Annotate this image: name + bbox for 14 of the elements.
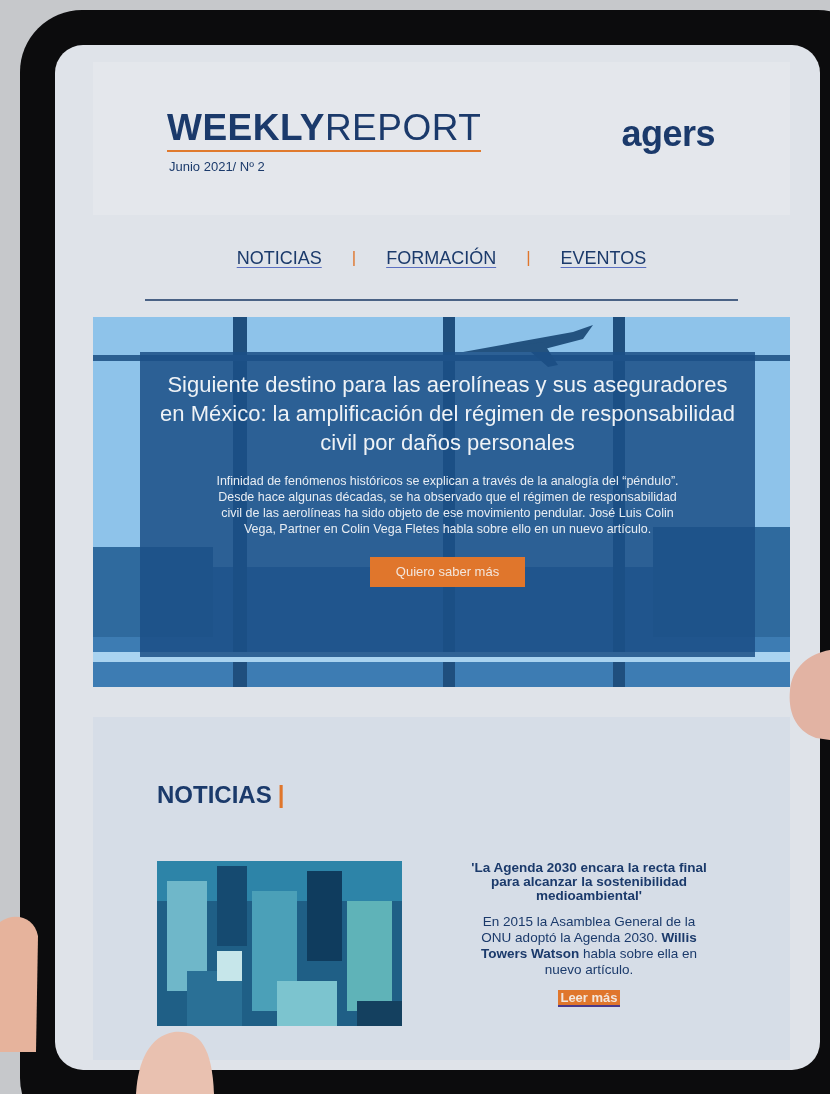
section-heading: NOTICIAS	[157, 780, 272, 810]
nav-link[interactable]: EVENTOS	[560, 244, 647, 272]
newsletter-title: WEEKLYREPORT	[167, 108, 482, 152]
nav-separator: |	[351, 247, 357, 270]
nav-separator: |	[526, 247, 531, 270]
article-summary: En 2015 la Asamblea General de la ONU adoptó la Agenda 2030. Willis Towers Watson habla sobre ella en nuevo artículo.	[479, 914, 699, 978]
heading-marker: |	[277, 780, 285, 810]
nav-link[interactable]: NOTICIAS	[236, 244, 322, 272]
nav-link[interactable]: FORMACIÓN	[386, 244, 497, 272]
article-title: 'La Agenda 2030 encara la recta final para alcanzar la sostenibilidad medioambiental'	[470, 861, 708, 903]
hero-paragraph: Infinidad de fenómenos históricos se explican a través de la analogía del “péndulo”. Desde hace algunas décadas, se ha observado que el régimen de responsabilidad civil de las aerolíneas ha sido objeto de ese movimiento pendular. José Luis Colin Vega, Partner en Colin Vega Fletes habla sobre ello en un nuevo artículo.	[215, 473, 680, 537]
brand-logo: agers	[621, 114, 715, 154]
issue-date: Junio 2021/ Nº 2	[168, 158, 266, 176]
hero-headline: Siguiente destino para las aerolíneas y sus aseguradores en México: la amplificación del régimen de responsabilidad civil por daños personales	[159, 371, 736, 457]
